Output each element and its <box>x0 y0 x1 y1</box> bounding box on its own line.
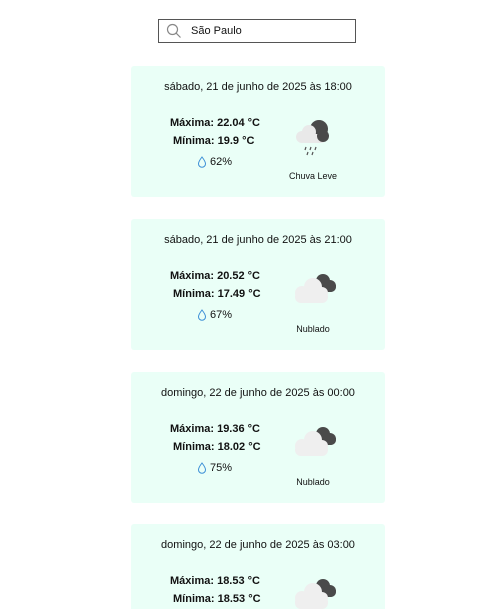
min-temperature: Mínima: 17.49 °C <box>173 288 261 300</box>
forecast-card: domingo, 22 de junho de 2025 às 03:00 Má… <box>131 524 385 609</box>
search-input[interactable] <box>189 25 341 37</box>
weather-description: Nublado <box>296 324 330 334</box>
min-temperature: Mínima: 18.53 °C <box>173 593 261 605</box>
water-drop-icon <box>197 309 207 321</box>
forecast-date: domingo, 22 de junho de 2025 às 03:00 <box>161 539 355 551</box>
min-temperature: Mínima: 18.02 °C <box>173 441 261 453</box>
humidity: 67% <box>197 309 232 321</box>
humidity-value: 62% <box>210 156 233 168</box>
search-box[interactable] <box>158 19 356 43</box>
cloudy-icon <box>295 579 336 609</box>
humidity: 62% <box>197 156 232 168</box>
max-temperature: Máxima: 20.52 °C <box>170 270 260 282</box>
max-temperature: Máxima: 19.36 °C <box>170 423 260 435</box>
min-temperature: Mínima: 19.9 °C <box>173 135 255 147</box>
humidity-value: 67% <box>210 309 233 321</box>
forecast-date: domingo, 22 de junho de 2025 às 00:00 <box>161 387 355 399</box>
weather-description: Nublado <box>296 477 330 487</box>
cloudy-icon <box>295 274 336 303</box>
forecast-date: sábado, 21 de junho de 2025 às 18:00 <box>164 81 352 93</box>
water-drop-icon <box>197 462 207 474</box>
water-drop-icon <box>197 156 207 168</box>
weather-description: Chuva Leve <box>288 171 338 181</box>
forecast-card: sábado, 21 de junho de 2025 às 21:00 Máx… <box>131 219 385 350</box>
forecast-date: sábado, 21 de junho de 2025 às 21:00 <box>164 234 352 246</box>
forecast-card: domingo, 22 de junho de 2025 às 00:00 Má… <box>131 372 385 503</box>
forecast-card: sábado, 21 de junho de 2025 às 18:00 Máx… <box>131 66 385 197</box>
cloudy-icon <box>295 427 336 456</box>
max-temperature: Máxima: 18.53 °C <box>170 575 260 587</box>
search-icon[interactable] <box>159 20 189 42</box>
max-temperature: Máxima: 22.04 °C <box>170 117 260 129</box>
rain-cloud-icon <box>296 120 329 156</box>
humidity: 75% <box>197 462 232 474</box>
humidity-value: 75% <box>210 462 233 474</box>
